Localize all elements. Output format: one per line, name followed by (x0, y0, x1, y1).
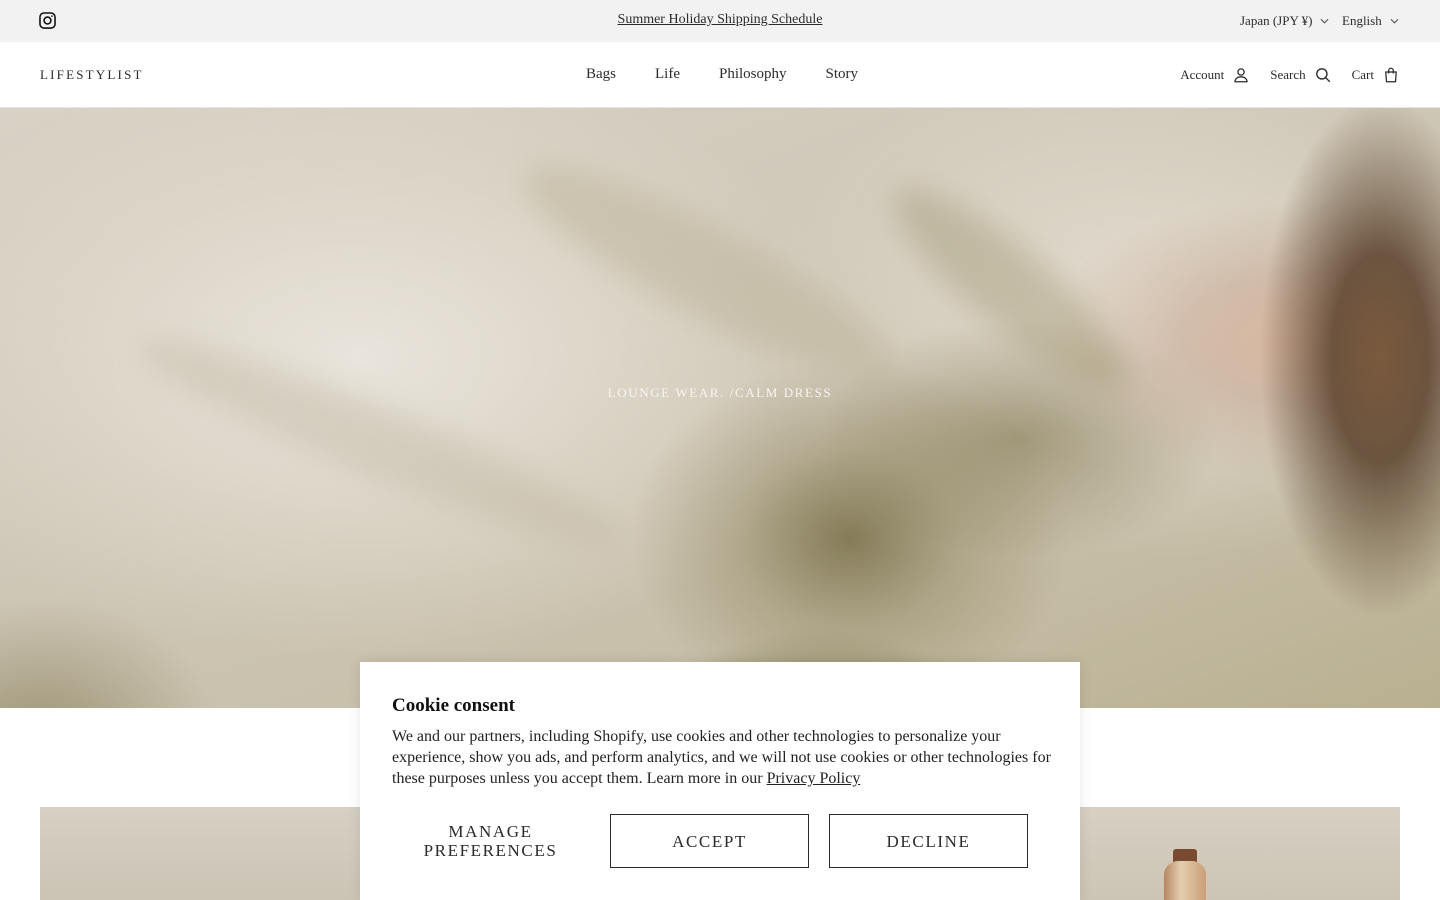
announcement-bar: Summer Holiday Shipping Schedule Japan (… (0, 0, 1440, 42)
cart-link[interactable]: Cart (1352, 66, 1400, 84)
main-nav: Bags Life Philosophy Story (586, 66, 858, 83)
account-label: Account (1180, 67, 1225, 82)
user-icon (1234, 68, 1248, 83)
announcement-link[interactable]: Summer Holiday Shipping Schedule (618, 12, 823, 27)
site-header: LIFESTYLIST Bags Life Philosophy Story A… (0, 42, 1440, 108)
chevron-down-icon (1320, 18, 1329, 24)
manage-preferences-button[interactable]: MANAGE PREFERENCES (392, 814, 589, 868)
account-link[interactable]: Account (1180, 66, 1250, 84)
bag-icon (1385, 67, 1397, 83)
search-label: Search (1270, 67, 1306, 82)
header-actions: Account Search Cart (1160, 66, 1400, 84)
cookie-consent-dialog: Cookie consent We and our partners, incl… (360, 662, 1080, 900)
language-label: English (1342, 13, 1382, 28)
language-selector[interactable]: English (1342, 13, 1399, 29)
cookie-title: Cookie consent (392, 695, 515, 716)
hero-image-shading (125, 313, 635, 573)
site-logo[interactable]: LIFESTYLIST (40, 67, 144, 83)
privacy-policy-link[interactable]: Privacy Policy (767, 770, 861, 787)
cookie-body-text: We and our partners, including Shopify, … (392, 728, 1051, 787)
hero-caption: LOUNGE WEAR. /CALM DRESS (607, 385, 833, 400)
nav-item-bags[interactable]: Bags (586, 66, 616, 83)
search-link[interactable]: Search (1270, 66, 1331, 84)
hero-image-shading (869, 160, 1151, 416)
announcement: Summer Holiday Shipping Schedule (0, 12, 1440, 28)
nav-item-philosophy[interactable]: Philosophy (719, 66, 787, 83)
nav-item-story[interactable]: Story (826, 66, 859, 83)
hero-banner[interactable]: LOUNGE WEAR. /CALM DRESS (0, 108, 1440, 708)
nav-item-life[interactable]: Life (655, 66, 680, 83)
chevron-down-icon (1390, 18, 1399, 24)
search-icon (1315, 68, 1330, 83)
decline-button[interactable]: DECLINE (829, 814, 1028, 868)
cookie-body: We and our partners, including Shopify, … (392, 726, 1052, 789)
product-card-image[interactable] (40, 807, 360, 900)
bottle-image (1164, 861, 1206, 900)
hero-image-shading (503, 134, 917, 412)
country-label: Japan (JPY ¥) (1240, 13, 1313, 28)
cart-label: Cart (1351, 67, 1374, 82)
accept-button[interactable]: ACCEPT (610, 814, 809, 868)
country-selector[interactable]: Japan (JPY ¥) (1240, 13, 1329, 29)
product-card-image[interactable] (1080, 807, 1400, 900)
